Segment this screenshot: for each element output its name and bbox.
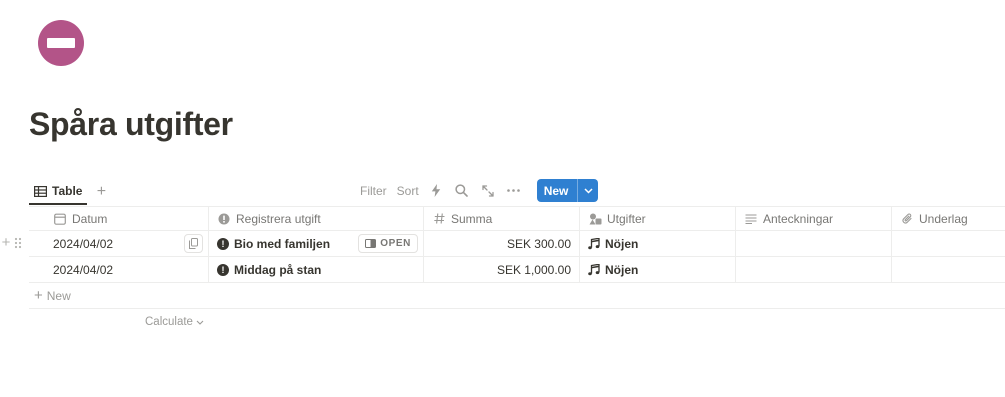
column-header-underlag[interactable]: Underlag [892,207,1005,230]
title-icon [217,212,231,226]
cell-datum[interactable]: 2024/04/02 [29,231,209,256]
column-label: Anteckningar [763,211,834,226]
table-row[interactable]: + 2024/04/02 ! Bio med familjen OPEN SEK… [2,231,1005,257]
calculate-button[interactable]: Calculate [145,316,204,328]
cell-utgifter[interactable]: Nöjen [580,231,736,256]
page-icon[interactable] [38,20,84,66]
column-label: Datum [72,211,108,226]
add-new-row-button[interactable]: + New [29,283,1005,309]
cell-summa[interactable]: SEK 300.00 [424,231,580,256]
open-label: OPEN [380,238,411,249]
expense-title: Middag på stan [234,262,322,277]
new-dropdown-button[interactable] [578,179,598,202]
column-header-anteckningar[interactable]: Anteckningar [736,207,892,230]
table-header: Datum Registrera utgift Summa Utgifter A… [29,206,1005,231]
table-row[interactable]: 2024/04/02 ! Middag på stan SEK 1,000.00… [29,257,1005,283]
expense-table: Datum Registrera utgift Summa Utgifter A… [2,206,1005,309]
sort-button[interactable]: Sort [397,184,419,198]
column-header-utgifter[interactable]: Utgifter [580,207,736,230]
music-note-icon [588,263,600,276]
date-value: 2024/04/02 [53,236,114,251]
column-header-utgift[interactable]: Registrera utgift [209,207,424,230]
column-label: Underlag [919,211,968,226]
number-icon [432,212,446,226]
copy-icon [189,238,198,249]
chevron-down-icon [584,187,593,194]
new-button[interactable]: New [537,179,579,202]
column-label: Utgifter [607,211,646,226]
add-row-icon[interactable]: + [0,235,12,250]
copy-button[interactable] [184,234,203,253]
search-icon[interactable] [455,184,469,198]
cell-datum[interactable]: 2024/04/02 [29,257,209,282]
category-value: Nöjen [605,236,639,251]
open-button[interactable]: OPEN [358,234,418,253]
column-label: Summa [451,211,493,226]
column-label: Registrera utgift [236,211,321,226]
chevron-down-icon [196,320,204,325]
new-button-group: New [536,179,599,202]
music-note-icon [588,237,600,250]
amount-value: SEK 300.00 [506,236,571,251]
exclamation-icon: ! [217,263,229,276]
open-panel-icon [365,239,377,248]
drag-handle-icon[interactable] [14,237,22,249]
cell-anteckningar[interactable] [736,231,892,256]
view-tabs: Table + [29,178,111,206]
cell-anteckningar[interactable] [736,257,892,282]
category-value: Nöjen [605,262,639,277]
cell-utgift[interactable]: ! Middag på stan [209,257,424,282]
select-icon [588,212,602,226]
paperclip-icon [900,212,914,226]
page-title[interactable]: Spåra utgifter [29,106,233,143]
expand-icon[interactable] [481,184,495,198]
expense-title: Bio med familjen [234,236,331,251]
more-icon[interactable] [507,184,521,198]
cell-underlag[interactable] [892,231,1005,256]
add-view-button[interactable]: + [91,182,111,202]
column-header-summa[interactable]: Summa [424,207,580,230]
new-row-label: New [46,288,71,303]
cell-summa[interactable]: SEK 1,000.00 [424,257,580,282]
date-value: 2024/04/02 [53,262,114,277]
cell-utgift[interactable]: ! Bio med familjen OPEN [209,231,424,256]
cell-utgifter[interactable]: Nöjen [580,257,736,282]
exclamation-icon: ! [217,237,229,250]
tab-table-label: Table [52,184,83,198]
tab-table[interactable]: Table [29,179,88,205]
database-toolbar: Filter Sort New [360,179,599,202]
cell-underlag[interactable] [892,257,1005,282]
amount-value: SEK 1,000.00 [496,262,571,277]
text-icon [744,212,758,226]
calendar-icon [53,212,67,226]
table-icon [34,185,47,197]
automation-icon[interactable] [429,184,443,198]
plus-icon: + [34,287,43,304]
row-handles: + [0,235,22,250]
column-header-datum[interactable]: Datum [29,207,209,230]
filter-button[interactable]: Filter [360,184,387,198]
no-entry-icon [47,38,75,48]
calculate-label: Calculate [145,316,193,328]
